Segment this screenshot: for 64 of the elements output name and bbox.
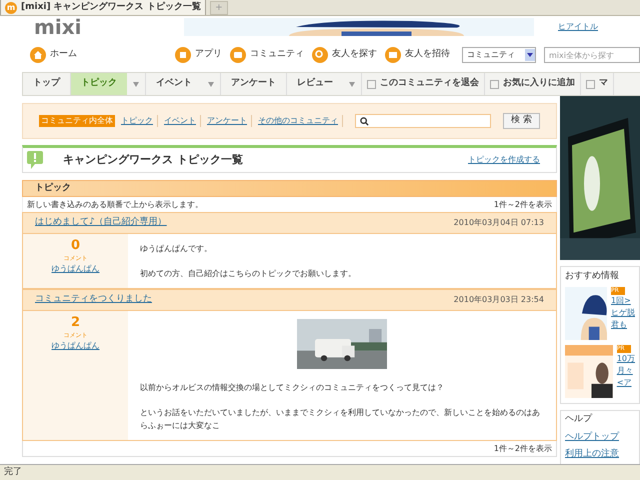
dropdown-icon <box>525 49 535 61</box>
menu-action[interactable]: マ <box>581 73 614 95</box>
create-topic-link[interactable]: トピックを作成する <box>468 154 540 166</box>
comment-count: 0 <box>70 238 80 254</box>
help-link[interactable]: ヘルプトップ <box>565 431 635 444</box>
ad-link[interactable]: 月々 <box>616 364 635 376</box>
caret-icon[interactable] <box>349 82 355 86</box>
filter-search-field[interactable] <box>355 114 492 128</box>
ad-link[interactable]: ヒゲ脱 <box>611 306 635 318</box>
page-title: キャンピングワークス トピック一覧 <box>63 152 243 168</box>
menu-tab[interactable]: アンケート <box>221 73 286 95</box>
search-button[interactable]: 検 索 <box>503 113 540 129</box>
ad-link[interactable]: 10万 <box>616 352 635 364</box>
filter-link[interactable]: アンケート <box>205 115 252 127</box>
status-bar: 完了 <box>0 464 640 480</box>
topic-text: というお話をいただいていましたが、いままでミクシィを利用していなかったので、新しいことを始めるのはあらふぉーには大変なこ <box>140 407 541 432</box>
logo[interactable]: mixi <box>34 17 184 37</box>
author-link[interactable]: ゆうぱんぱん <box>52 340 100 352</box>
page-icon <box>586 80 595 88</box>
topic-title-link[interactable]: コミュニティをつくりました <box>35 293 152 307</box>
help-link[interactable]: 利用上の注意 <box>565 448 635 461</box>
menu-tab[interactable]: イベント <box>146 73 202 95</box>
menu-tab[interactable]: トピック <box>71 73 127 95</box>
info-text: 新しい書き込みのある順番で上から表示します。 <box>27 198 203 210</box>
ad-link[interactable]: 1回> <box>611 294 635 306</box>
topic-text: 以前からオルビスの情報交換の場としてミクシィのコミュニティをつくって見ては？ <box>140 382 445 394</box>
author-link[interactable]: ゆうぱんぱん <box>52 263 100 276</box>
filter-link[interactable]: トピック <box>119 115 158 127</box>
menu-action[interactable]: このコミュニティを退会 <box>362 73 485 95</box>
help-title: ヘルプ <box>565 412 594 426</box>
topic-text: 初めての方、自己紹介はこちらのトピックでお願いします。 <box>140 268 357 280</box>
nav-link[interactable]: アプリ <box>175 47 222 63</box>
nav-link[interactable]: 友人を招待 <box>385 47 450 63</box>
menu-tab[interactable]: レビュー <box>287 73 343 95</box>
range-text: 1件～2件を表示 <box>494 198 552 210</box>
browser-tab[interactable]: m [mixi] キャンピングワークス トピック一覧 <box>0 0 206 15</box>
recommend-title: おすすめ情報 <box>565 270 620 283</box>
filter-link[interactable]: その他のコミュニティ <box>256 115 343 127</box>
topic-text: ゆうぱんぱんです。 <box>140 243 213 255</box>
alert-icon <box>27 151 43 169</box>
search-field[interactable]: mixi全体から探す <box>544 47 640 63</box>
ad-link[interactable]: <ア <box>616 376 635 388</box>
caret-icon[interactable] <box>208 82 214 86</box>
ad-link[interactable]: 君も <box>611 318 635 330</box>
comment-count: 2 <box>70 315 80 332</box>
topic-date: 2010年03月04日 07:13 <box>454 217 544 229</box>
scope-select[interactable]: コミュニティ <box>462 47 536 63</box>
mixi-icon: m <box>5 2 17 14</box>
top-link[interactable]: ヒアイトル <box>558 21 598 33</box>
topic-date: 2010年03月03日 23:54 <box>454 294 544 306</box>
menu-tab[interactable]: トップ <box>23 73 70 95</box>
filter-link[interactable]: イベント <box>162 115 201 127</box>
home-link[interactable]: ホーム <box>30 47 167 63</box>
nav-link[interactable]: 友人を探す <box>312 47 377 63</box>
home-icon <box>30 47 46 63</box>
menu-action[interactable]: お気に入りに追加 <box>485 73 581 95</box>
range-text: 1件～2件を表示 <box>494 442 552 454</box>
page-icon <box>490 80 499 88</box>
tab-title: [mixi] キャンピングワークス トピック一覧 <box>21 0 201 14</box>
caret-icon[interactable] <box>133 82 139 86</box>
section-header: トピック <box>22 180 557 197</box>
topic-title-link[interactable]: はじめまして♪（自己紹介専用） <box>35 216 167 230</box>
page-icon <box>367 80 376 88</box>
nav-link[interactable]: コミュニティ <box>230 47 304 63</box>
